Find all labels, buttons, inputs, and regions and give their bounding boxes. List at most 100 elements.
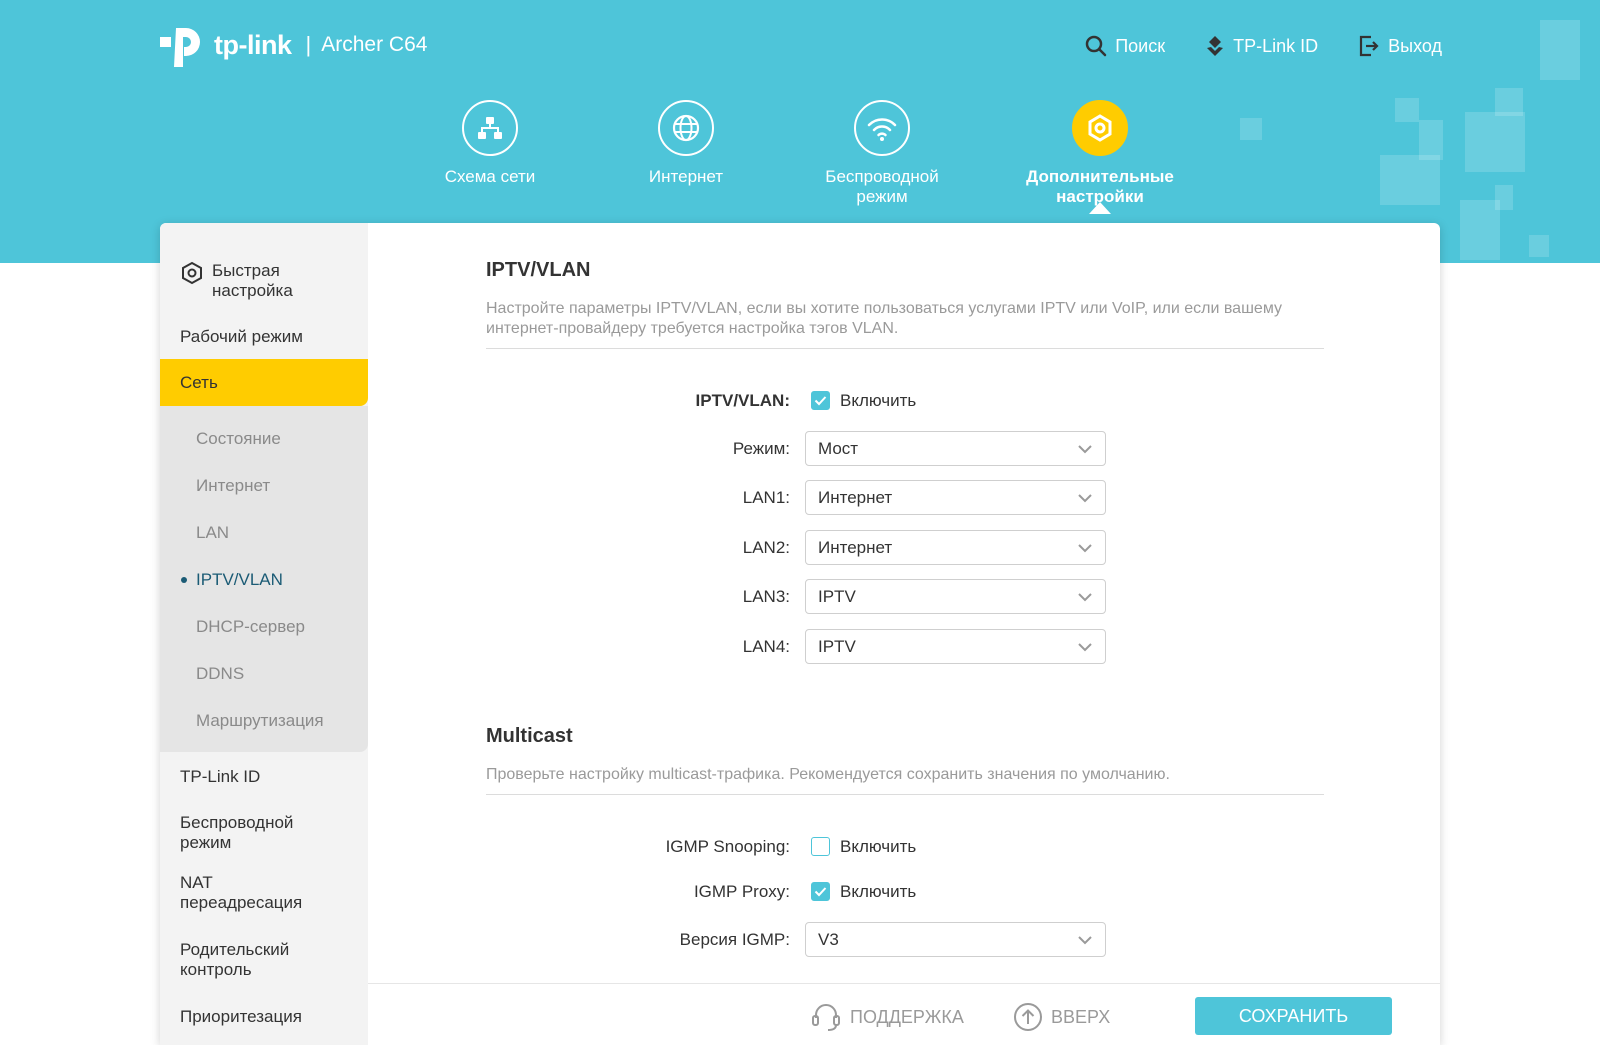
checkmark-icon (814, 396, 827, 406)
logo-separator: | (305, 32, 312, 57)
nav-label: Интернет (648, 167, 724, 186)
sidebar-item-quick-setup[interactable]: Быстрая настройка (160, 223, 368, 311)
lan4-select[interactable]: IPTV (805, 629, 1106, 664)
chevron-down-icon (1078, 544, 1092, 553)
lan1-label: LAN1: (742, 488, 790, 507)
chevron-down-icon (1078, 494, 1092, 503)
sidebar-subitem-ddns[interactable]: DDNS (160, 650, 368, 697)
sidebar-subitem-dhcp[interactable]: DHCP-сервер (160, 603, 368, 650)
sidebar-item-network[interactable]: Сеть (160, 359, 368, 406)
sidebar-item-label: Беспроводной режим (180, 813, 294, 852)
chevron-down-icon (1078, 445, 1092, 454)
sidebar-subitem-status[interactable]: Состояние (160, 415, 368, 462)
lan3-value: IPTV (818, 587, 856, 606)
nav-label: Схема сети (444, 167, 536, 186)
nav-advanced[interactable]: Дополнительные настройки (1010, 100, 1190, 207)
sidebar-subitem-lan[interactable]: LAN (160, 509, 368, 556)
content-area: IPTV/VLAN Настройте параметры IPTV/VLAN,… (368, 223, 1440, 983)
nav-network-map[interactable]: Схема сети (400, 100, 580, 187)
sidebar-item-tplink-id[interactable]: TP-Link ID (160, 752, 368, 799)
sidebar-item-label: Родительский контроль (180, 940, 290, 979)
lan1-select[interactable]: Интернет (805, 480, 1106, 515)
support-button[interactable]: ПОДДЕРЖКА (810, 1002, 964, 1032)
mode-select[interactable]: Мост (805, 431, 1106, 466)
chevron-down-icon (1078, 643, 1092, 652)
mode-value: Мост (818, 439, 859, 458)
nav-label: Беспроводной режим (825, 167, 939, 206)
tplink-logo-icon (160, 28, 200, 67)
main-card: Быстрая настройка Рабочий режим Сеть Сос… (160, 223, 1440, 1045)
igmp-proxy-checkbox[interactable] (811, 882, 830, 901)
igmp-version-label: Версия IGMP: (679, 930, 790, 949)
sidebar-item-label: TP-Link ID (180, 767, 261, 786)
lan4-label: LAN4: (742, 637, 790, 656)
logo-text: tp-link (214, 29, 292, 60)
sidebar-subitem-label: DDNS (196, 663, 245, 683)
sidebar-item-nat[interactable]: NAT переадресация (160, 865, 320, 932)
igmp-proxy-label: IGMP Proxy: (693, 882, 790, 901)
gear-icon (1072, 100, 1128, 156)
globe-icon (658, 100, 714, 156)
sidebar-subitem-iptv-vlan[interactable]: IPTV/VLAN (160, 556, 368, 603)
search-button[interactable]: Поиск (1085, 35, 1165, 57)
back-to-top-label: ВВЕРХ (1051, 1006, 1111, 1027)
lan3-select[interactable]: IPTV (805, 579, 1106, 614)
mode-label: Режим: (732, 439, 790, 458)
arrow-up-circle-icon (1014, 1003, 1042, 1031)
tplink-id-button[interactable]: TP-Link ID (1205, 35, 1318, 57)
network-map-icon (462, 100, 518, 156)
sidebar-subitem-label: Интернет (196, 475, 271, 495)
igmp-version-select[interactable]: V3 (805, 922, 1106, 957)
decor-square (1540, 20, 1580, 80)
nav-internet[interactable]: Интернет (596, 100, 776, 187)
sidebar-item-wireless[interactable]: Беспроводной режим (160, 799, 320, 865)
support-label: ПОДДЕРЖКА (850, 1006, 964, 1027)
lan2-value: Интернет (818, 538, 893, 557)
iptv-enable-text: Включить (840, 391, 917, 410)
igmp-snooping-text: Включить (840, 837, 917, 856)
sidebar-subitem-internet[interactable]: Интернет (160, 462, 368, 509)
search-label: Поиск (1115, 35, 1166, 56)
tplink-id-label: TP-Link ID (1233, 35, 1319, 56)
active-dot (181, 577, 187, 583)
lan2-label: LAN2: (742, 538, 790, 557)
logout-button[interactable]: Выход (1358, 35, 1442, 57)
igmp-snooping-checkbox[interactable] (811, 837, 830, 856)
multicast-section-description: Проверьте настройку multicast-трафика. Р… (486, 766, 1170, 783)
logout-icon (1360, 35, 1379, 57)
brand-logo: tp-link | Archer C64 (160, 22, 427, 68)
top-actions: Поиск TP-Link ID Выход (1085, 35, 1442, 57)
sidebar-subitem-routing[interactable]: Маршрутизация (160, 697, 368, 744)
tplink-id-icon (1207, 36, 1224, 56)
sidebar-item-label: NAT переадресация (180, 873, 303, 912)
sidebar-item-label: Сеть (180, 372, 218, 392)
sidebar-item-qos[interactable]: Приоритезация (160, 999, 368, 1039)
lan1-value: Интернет (818, 488, 893, 507)
sidebar-item-parental[interactable]: Родительский контроль (160, 932, 320, 999)
sidebar-item-operation-mode[interactable]: Рабочий режим (160, 311, 368, 361)
sidebar-submenu: Состояние Интернет LAN IPTV/VLAN DHCP-се… (160, 406, 368, 752)
chevron-down-icon (1078, 593, 1092, 602)
sidebar-item-label: Быстрая настройка (212, 261, 293, 300)
igmp-proxy-text: Включить (840, 882, 917, 901)
save-button[interactable]: СОХРАНИТЬ (1195, 997, 1392, 1035)
footer-bar: ПОДДЕРЖКА ВВЕРХ СОХРАНИТЬ (368, 983, 1440, 1045)
sidebar-subitem-label: IPTV/VLAN (196, 569, 283, 589)
headset-icon (812, 1004, 840, 1031)
iptv-enable-label: IPTV/VLAN: (695, 391, 790, 410)
iptv-section-title: IPTV/VLAN (486, 259, 591, 281)
back-to-top-button[interactable]: ВВЕРХ (1013, 1002, 1110, 1032)
sidebar-subitem-label: LAN (196, 522, 230, 542)
nav-label: Дополнительные настройки (1026, 167, 1174, 206)
sidebar-subitem-label: Состояние (196, 428, 281, 448)
iptv-enable-checkbox[interactable] (811, 391, 830, 410)
sidebar: Быстрая настройка Рабочий режим Сеть Сос… (160, 223, 368, 1045)
divider (486, 348, 1324, 349)
nav-wireless[interactable]: Беспроводной режим (792, 100, 972, 207)
sidebar-item-label: Рабочий режим (180, 327, 303, 346)
multicast-section-title: Multicast (486, 725, 573, 747)
wifi-icon (854, 100, 910, 156)
igmp-version-value: V3 (818, 930, 839, 949)
lan2-select[interactable]: Интернет (805, 530, 1106, 565)
gear-icon (182, 261, 202, 285)
